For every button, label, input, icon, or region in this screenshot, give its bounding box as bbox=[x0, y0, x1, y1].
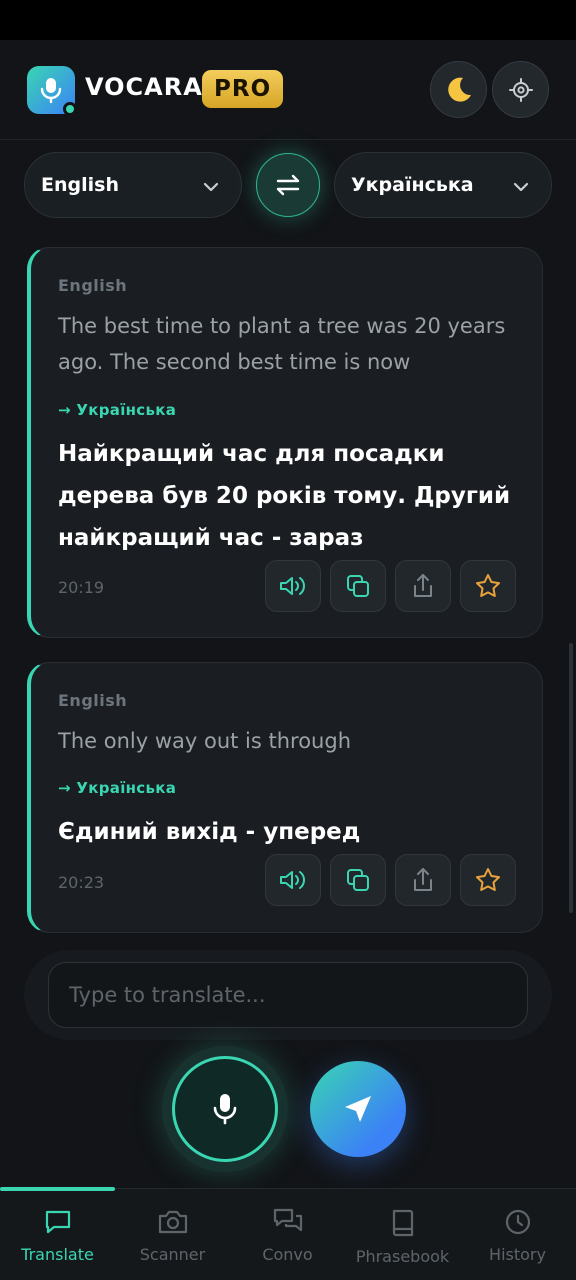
conversation-icon bbox=[273, 1208, 302, 1232]
nav-phrasebook[interactable]: Phrasebook bbox=[345, 1207, 460, 1277]
star-icon bbox=[476, 868, 500, 891]
copy-icon bbox=[347, 869, 369, 891]
chevron-down-icon bbox=[513, 182, 529, 192]
settings-button[interactable] bbox=[492, 61, 549, 118]
dark-mode-button[interactable] bbox=[430, 61, 487, 118]
swap-languages-button[interactable] bbox=[256, 153, 320, 217]
nav-label: Scanner bbox=[139, 1245, 206, 1264]
speaker-icon bbox=[280, 577, 305, 595]
nav-label: History bbox=[489, 1245, 546, 1264]
speak-button[interactable] bbox=[265, 854, 321, 906]
copy-button[interactable] bbox=[330, 560, 386, 612]
book-icon bbox=[392, 1209, 413, 1237]
camera-icon bbox=[158, 1210, 187, 1234]
share-icon bbox=[414, 574, 432, 597]
copy-button[interactable] bbox=[330, 854, 386, 906]
swap-icon bbox=[276, 174, 300, 196]
target-language-tag: → Українська bbox=[58, 401, 177, 419]
chat-icon bbox=[45, 1210, 70, 1234]
status-bar bbox=[0, 0, 576, 40]
share-icon bbox=[414, 868, 432, 891]
nav-label: Phrasebook bbox=[355, 1247, 450, 1266]
input-container bbox=[24, 950, 552, 1040]
bottom-navigation: Translate Scanner Convo Phrasebook Histo… bbox=[0, 1187, 576, 1280]
favorite-button[interactable] bbox=[460, 560, 516, 612]
translation-card: English The only way out is through → Ук… bbox=[27, 662, 543, 933]
speak-button[interactable] bbox=[265, 560, 321, 612]
source-language-tag: English bbox=[58, 691, 128, 710]
timestamp: 20:23 bbox=[58, 873, 105, 892]
source-text: The best time to plant a tree was 20 yea… bbox=[58, 314, 506, 374]
target-language-label: Українська bbox=[351, 174, 474, 196]
mic-icon bbox=[213, 1094, 237, 1125]
nav-scanner[interactable]: Scanner bbox=[115, 1207, 230, 1277]
online-dot bbox=[63, 102, 77, 116]
nav-label: Convo bbox=[262, 1245, 313, 1264]
translated-text: Єдиний вихід - уперед bbox=[58, 819, 361, 845]
source-text: The only way out is through bbox=[58, 729, 352, 753]
moon-icon bbox=[447, 77, 471, 102]
app-logo bbox=[27, 66, 77, 116]
card-actions bbox=[265, 854, 516, 906]
brand-name: VOCARA bbox=[85, 73, 203, 101]
clock-icon bbox=[505, 1209, 530, 1235]
nav-history[interactable]: History bbox=[460, 1207, 575, 1277]
target-language-tag: → Українська bbox=[58, 779, 177, 797]
source-language-tag: English bbox=[58, 276, 128, 295]
pro-badge: PRO bbox=[202, 70, 284, 108]
nav-label: Translate bbox=[21, 1245, 94, 1264]
source-language-select[interactable]: English bbox=[24, 152, 242, 218]
favorite-button[interactable] bbox=[460, 854, 516, 906]
voice-input-button[interactable] bbox=[172, 1056, 278, 1162]
card-actions bbox=[265, 560, 516, 612]
nav-translate[interactable]: Translate bbox=[0, 1207, 115, 1277]
speaker-icon bbox=[280, 871, 305, 889]
send-icon bbox=[345, 1096, 371, 1122]
scrollbar[interactable] bbox=[569, 643, 573, 913]
translated-text: Найкращий час для посадки дерева був 20 … bbox=[58, 441, 511, 551]
share-button[interactable] bbox=[395, 854, 451, 906]
target-language-select[interactable]: Українська bbox=[334, 152, 552, 218]
settings-icon bbox=[508, 77, 533, 102]
copy-icon bbox=[347, 575, 369, 597]
translation-card: English The best time to plant a tree wa… bbox=[27, 247, 543, 638]
chevron-down-icon bbox=[203, 182, 219, 192]
mic-icon bbox=[40, 78, 62, 104]
share-button[interactable] bbox=[395, 560, 451, 612]
timestamp: 20:19 bbox=[58, 578, 105, 597]
app-header: VOCARA PRO bbox=[0, 40, 576, 140]
send-button[interactable] bbox=[310, 1061, 406, 1157]
nav-convo[interactable]: Convo bbox=[230, 1207, 345, 1277]
translate-input[interactable] bbox=[48, 962, 528, 1028]
star-icon bbox=[476, 574, 500, 597]
source-language-label: English bbox=[41, 174, 119, 196]
active-tab-indicator bbox=[0, 1187, 115, 1191]
